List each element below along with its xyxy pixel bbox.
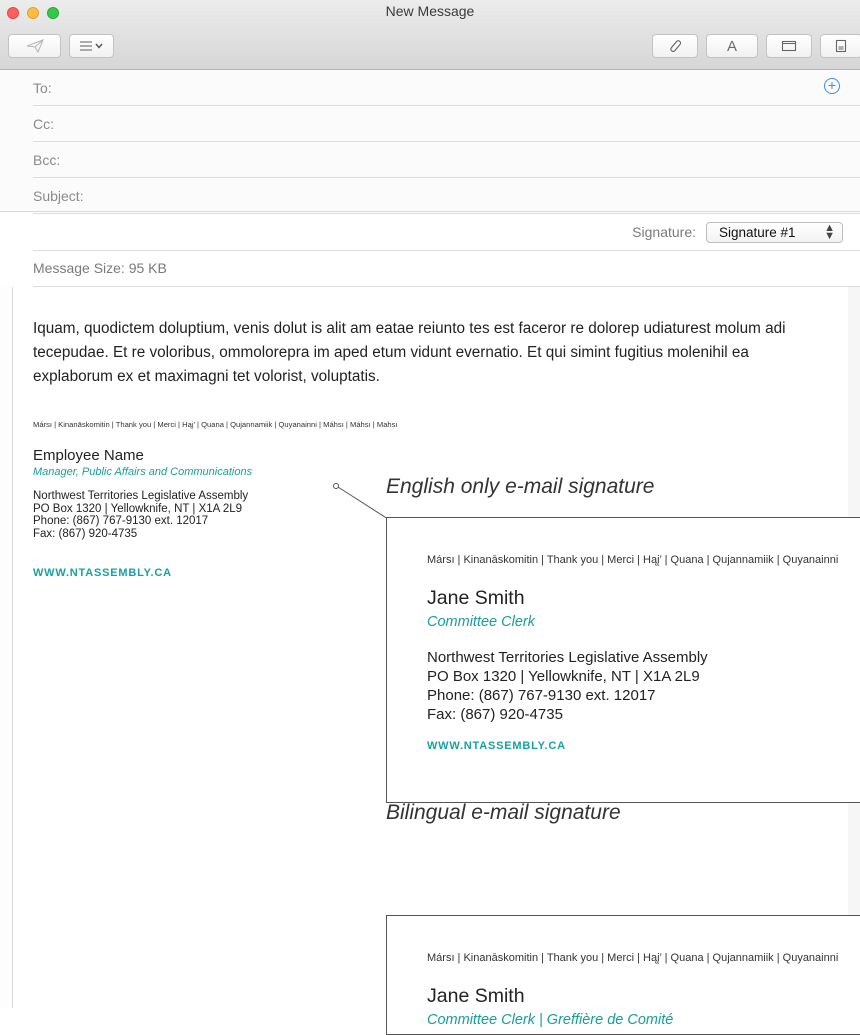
signature-label: Signature: — [632, 224, 696, 240]
signature-select[interactable]: Signature #1 ▲ ▼ — [706, 222, 843, 243]
signature-select-value: Signature #1 — [719, 225, 796, 240]
divider — [0, 211, 860, 212]
subject-label: Subject: — [33, 188, 84, 204]
bcc-field[interactable]: Bcc: — [33, 142, 860, 178]
format-list-button[interactable] — [69, 34, 114, 58]
to-label: To: — [33, 80, 52, 96]
message-body[interactable]: Iquam, quodictem doluptium, venis dolut … — [0, 287, 860, 1035]
photo-browser-button[interactable] — [820, 34, 860, 58]
select-arrows-icon: ▲ ▼ — [824, 222, 835, 242]
paperclip-icon — [670, 40, 682, 53]
example-thank-you-line: Mársı | Kinanāskomitin | Thank you | Mer… — [427, 952, 839, 964]
example-org: Northwest Territories Legislative Assemb… — [427, 649, 708, 666]
example-title: Committee Clerk — [427, 614, 535, 630]
window-button[interactable] — [766, 34, 812, 58]
bilingual-signature-example: Mársı | Kinanāskomitin | Thank you | Mer… — [386, 915, 860, 1035]
window-icon — [781, 40, 797, 52]
fonts-button[interactable]: A — [706, 34, 758, 58]
bcc-label: Bcc: — [33, 152, 61, 168]
message-header-fields: To: + Cc: Bcc: Subject: — [0, 70, 860, 214]
title-bar: New Message A — [0, 0, 860, 70]
example-thank-you-line: Mársı | Kinanāskomitin | Thank you | Mer… — [427, 554, 839, 566]
fonts-label: A — [726, 37, 737, 55]
divider — [33, 250, 860, 251]
photo-browser-icon — [835, 39, 847, 53]
example-name: Jane Smith — [427, 985, 525, 1007]
example-name: Jane Smith — [427, 587, 525, 609]
example-title: Committee Clerk | Greffière de Comité — [427, 1012, 674, 1028]
message-size: Message Size: 95 KB — [33, 260, 167, 276]
english-signature-example: Mársı | Kinanāskomitin | Thank you | Mer… — [386, 517, 860, 803]
list-format-icon — [79, 41, 103, 51]
add-contact-icon[interactable]: + — [824, 78, 840, 94]
caption-bilingual: Bilingual e-mail signature — [386, 801, 621, 824]
example-fax: Fax: (867) 920-4735 — [427, 706, 563, 723]
example-phone: Phone: (867) 767-9130 ext. 12017 — [427, 687, 656, 704]
window-title: New Message — [385, 3, 475, 19]
cc-label: Cc: — [33, 116, 54, 132]
send-button[interactable] — [8, 34, 61, 58]
subject-field[interactable]: Subject: — [33, 178, 860, 214]
example-url: WWW.NTASSEMBLY.CA — [427, 740, 566, 752]
attach-button[interactable] — [652, 34, 698, 58]
example-details: Northwest Territories Legislative Assemb… — [427, 648, 708, 724]
send-paper-plane-icon — [26, 39, 44, 53]
example-address: PO Box 1320 | Yellowknife, NT | X1A 2L9 — [427, 668, 700, 685]
to-field[interactable]: To: + — [33, 70, 860, 106]
cc-field[interactable]: Cc: — [33, 106, 860, 142]
caption-english: English only e-mail signature — [386, 475, 655, 498]
